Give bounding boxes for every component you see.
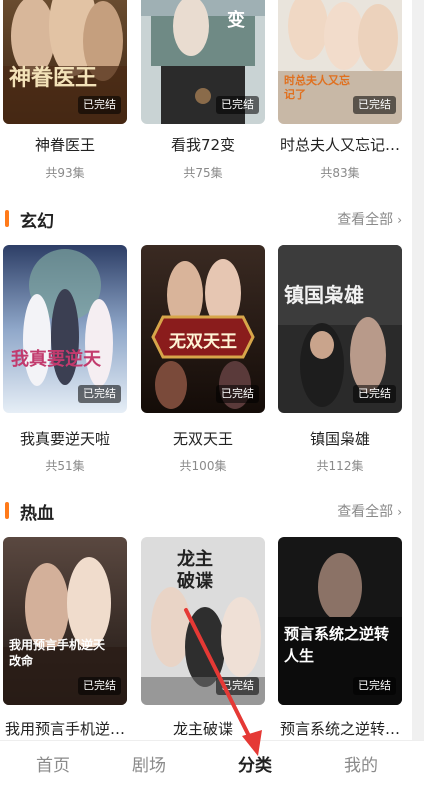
section-accent-bar: [5, 210, 9, 227]
drama-card[interactable]: 预言系统之逆转人生 已完结 预言系统之逆转…: [278, 537, 402, 738]
drama-title: 龙主破谍: [172, 720, 233, 738]
section-header-xuanhuan: 玄幻 查看全部 ›: [0, 205, 412, 233]
section-title: 热血: [20, 504, 54, 524]
section-header-rexue: 热血 查看全部 ›: [0, 497, 412, 525]
nav-tab-mine[interactable]: 我的: [308, 741, 414, 790]
drama-cover: 镇国枭雄 已完结: [278, 245, 402, 413]
cover-title-art: 镇国枭雄: [284, 283, 364, 307]
drama-title: 时总夫人又忘记…: [279, 136, 400, 154]
status-badge: 已完结: [216, 96, 259, 114]
drama-cover: 神眷医王 已完结: [3, 0, 127, 124]
drama-row: 我真要逆天 已完结 我真要逆天啦 共51集 无双天王 已完结 无双天王 共100…: [0, 245, 412, 473]
drama-cover: 预言系统之逆转人生 已完结: [278, 537, 402, 705]
cover-title-art: 龙主破谍: [177, 549, 213, 592]
episode-count: 共100集: [179, 459, 227, 473]
section-accent-bar: [5, 502, 9, 519]
status-badge: 已完结: [78, 96, 121, 114]
nav-tab-category[interactable]: 分类: [202, 741, 308, 790]
view-all-label: 查看全部: [337, 212, 394, 228]
drama-cover: 龙主破谍 已完结: [141, 537, 265, 705]
drama-cover: 变 已完结: [141, 0, 265, 124]
status-badge: 已完结: [353, 96, 396, 114]
status-badge: 已完结: [353, 385, 396, 403]
cover-title-art: 我用预言手机逆天改命: [9, 638, 106, 668]
drama-card[interactable]: 神眷医王 已完结 神眷医王 共93集: [3, 0, 127, 180]
status-badge: 已完结: [78, 677, 121, 695]
drama-title: 镇国枭雄: [309, 430, 370, 448]
cover-title-art: 我真要逆天: [11, 349, 101, 370]
episode-count: 共83集: [320, 166, 360, 180]
chevron-right-icon: ›: [397, 213, 402, 227]
view-all-link[interactable]: 查看全部 ›: [337, 209, 402, 229]
drama-title: 无双天王: [172, 430, 233, 448]
nav-tab-theater[interactable]: 剧场: [96, 741, 202, 790]
chevron-right-icon: ›: [397, 505, 402, 519]
episode-count: 共93集: [45, 166, 85, 180]
drama-cover: 时总夫人又忘记了 已完结: [278, 0, 402, 124]
episode-count: 共51集: [45, 459, 85, 473]
episode-count: 共75集: [183, 166, 223, 180]
drama-title: 预言系统之逆转…: [279, 720, 400, 738]
cover-title-art: 神眷医王: [9, 65, 98, 91]
drama-title: 神眷医王: [34, 136, 95, 154]
drama-card[interactable]: 我真要逆天 已完结 我真要逆天啦 共51集: [3, 245, 127, 473]
cover-title-art: 变: [227, 10, 245, 31]
nav-tab-home[interactable]: 首页: [0, 741, 106, 790]
status-badge: 已完结: [78, 385, 121, 403]
drama-title: 我真要逆天啦: [19, 430, 110, 448]
status-badge: 已完结: [216, 677, 259, 695]
drama-row: 神眷医王 已完结 神眷医王 共93集 变 已完结 看我72变 共75集 时总夫人…: [0, 0, 412, 180]
drama-row: 我用预言手机逆天改命 已完结 我用预言手机逆… 龙主破谍 已完结 龙主破谍 预言…: [0, 537, 412, 738]
drama-cover: 我真要逆天 已完结: [3, 245, 127, 413]
drama-cover: 无双天王 已完结: [141, 245, 265, 413]
drama-title: 看我72变: [170, 136, 236, 154]
view-all-link[interactable]: 查看全部 ›: [337, 501, 402, 521]
drama-card[interactable]: 我用预言手机逆天改命 已完结 我用预言手机逆…: [3, 537, 127, 738]
cover-title-art: 时总夫人又忘记了: [284, 74, 350, 101]
drama-card[interactable]: 无双天王 已完结 无双天王 共100集: [141, 245, 265, 473]
cover-title-art: 无双天王: [169, 332, 237, 352]
drama-title: 我用预言手机逆…: [4, 720, 125, 738]
episode-count: 共112集: [316, 459, 364, 473]
status-badge: 已完结: [353, 677, 396, 695]
drama-card[interactable]: 镇国枭雄 已完结 镇国枭雄 共112集: [278, 245, 402, 473]
cover-title-art: 预言系统之逆转人生: [284, 625, 390, 665]
drama-card[interactable]: 时总夫人又忘记了 已完结 时总夫人又忘记… 共83集: [278, 0, 402, 180]
drama-card[interactable]: 龙主破谍 已完结 龙主破谍: [141, 537, 265, 738]
drama-cover: 我用预言手机逆天改命 已完结: [3, 537, 127, 705]
scrollbar[interactable]: [412, 0, 424, 740]
bottom-nav: 首页 剧场 分类 我的: [0, 740, 424, 790]
drama-card[interactable]: 变 已完结 看我72变 共75集: [141, 0, 265, 180]
section-title: 玄幻: [20, 212, 54, 232]
status-badge: 已完结: [216, 385, 259, 403]
view-all-label: 查看全部: [337, 504, 394, 520]
